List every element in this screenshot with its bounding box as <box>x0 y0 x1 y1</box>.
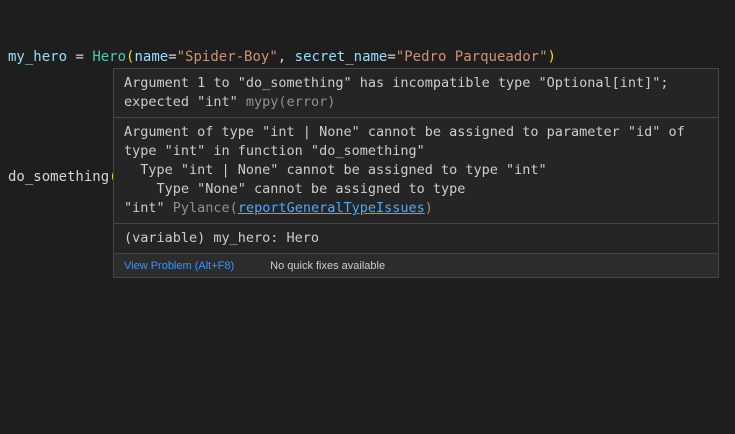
code-token: "Spider-Boy" <box>177 49 278 65</box>
diagnostic-text: expected "int" mypy(error) <box>124 93 708 112</box>
code-token: "Pedro Parqueador" <box>396 49 548 65</box>
variable-signature-text: (variable) my_hero: Hero <box>124 230 319 246</box>
mypy-diagnostic: Argument 1 to "do_something" has incompa… <box>114 69 718 118</box>
diagnostic-message: Type "int | None" cannot be assigned to … <box>124 162 547 178</box>
code-token: = <box>67 49 92 65</box>
code-token: = <box>387 49 395 65</box>
code-token: do_something <box>8 169 109 185</box>
diagnostic-source: ) <box>425 200 433 216</box>
diagnostic-message: Argument 1 to "do_something" has incompa… <box>124 75 669 91</box>
hover-tooltip: Argument 1 to "do_something" has incompa… <box>113 68 719 278</box>
diagnostic-source: mypy(error) <box>246 94 335 110</box>
diagnostic-text: Argument 1 to "do_something" has incompa… <box>124 74 708 93</box>
diagnostic-text: "int" Pylance(reportGeneralTypeIssues) <box>124 199 708 218</box>
code-token: Hero <box>92 49 126 65</box>
pylance-diagnostic: Argument of type "int | None" cannot be … <box>114 118 718 224</box>
diagnostic-text: type "int" in function "do_something" <box>124 142 708 161</box>
hover-status-bar: View Problem (Alt+F8) No quick fixes ava… <box>114 254 718 277</box>
diagnostic-text: Type "None" cannot be assigned to type <box>124 180 708 199</box>
code-line-1[interactable]: my_hero = Hero(name="Spider-Boy", secret… <box>8 47 556 67</box>
diagnostic-message: type "int" in function "do_something" <box>124 143 425 159</box>
diagnostic-text: Argument of type "int | None" cannot be … <box>124 123 708 142</box>
code-token: = <box>168 49 176 65</box>
code-token: , <box>278 49 295 65</box>
code-token: name <box>134 49 168 65</box>
code-editor[interactable]: my_hero = Hero(name="Spider-Boy", secret… <box>0 0 735 434</box>
diagnostic-text: Type "int | None" cannot be assigned to … <box>124 161 708 180</box>
diagnostic-message: "int" <box>124 200 173 216</box>
diagnostic-message: Argument of type "int | None" cannot be … <box>124 124 685 140</box>
quick-fix-status: No quick fixes available <box>270 259 385 273</box>
code-token: my_hero <box>8 49 67 65</box>
variable-signature: (variable) my_hero: Hero <box>124 229 708 248</box>
report-general-type-issues-link[interactable]: reportGeneralTypeIssues <box>238 200 425 216</box>
code-token: secret_name <box>295 49 388 65</box>
diagnostic-message: expected "int" <box>124 94 246 110</box>
variable-info: (variable) my_hero: Hero <box>114 224 718 254</box>
diagnostic-message: Type "None" cannot be assigned to type <box>124 181 465 197</box>
code-token: ) <box>548 49 556 65</box>
diagnostic-source: Pylance( <box>173 200 238 216</box>
view-problem-link[interactable]: View Problem (Alt+F8) <box>124 259 234 273</box>
